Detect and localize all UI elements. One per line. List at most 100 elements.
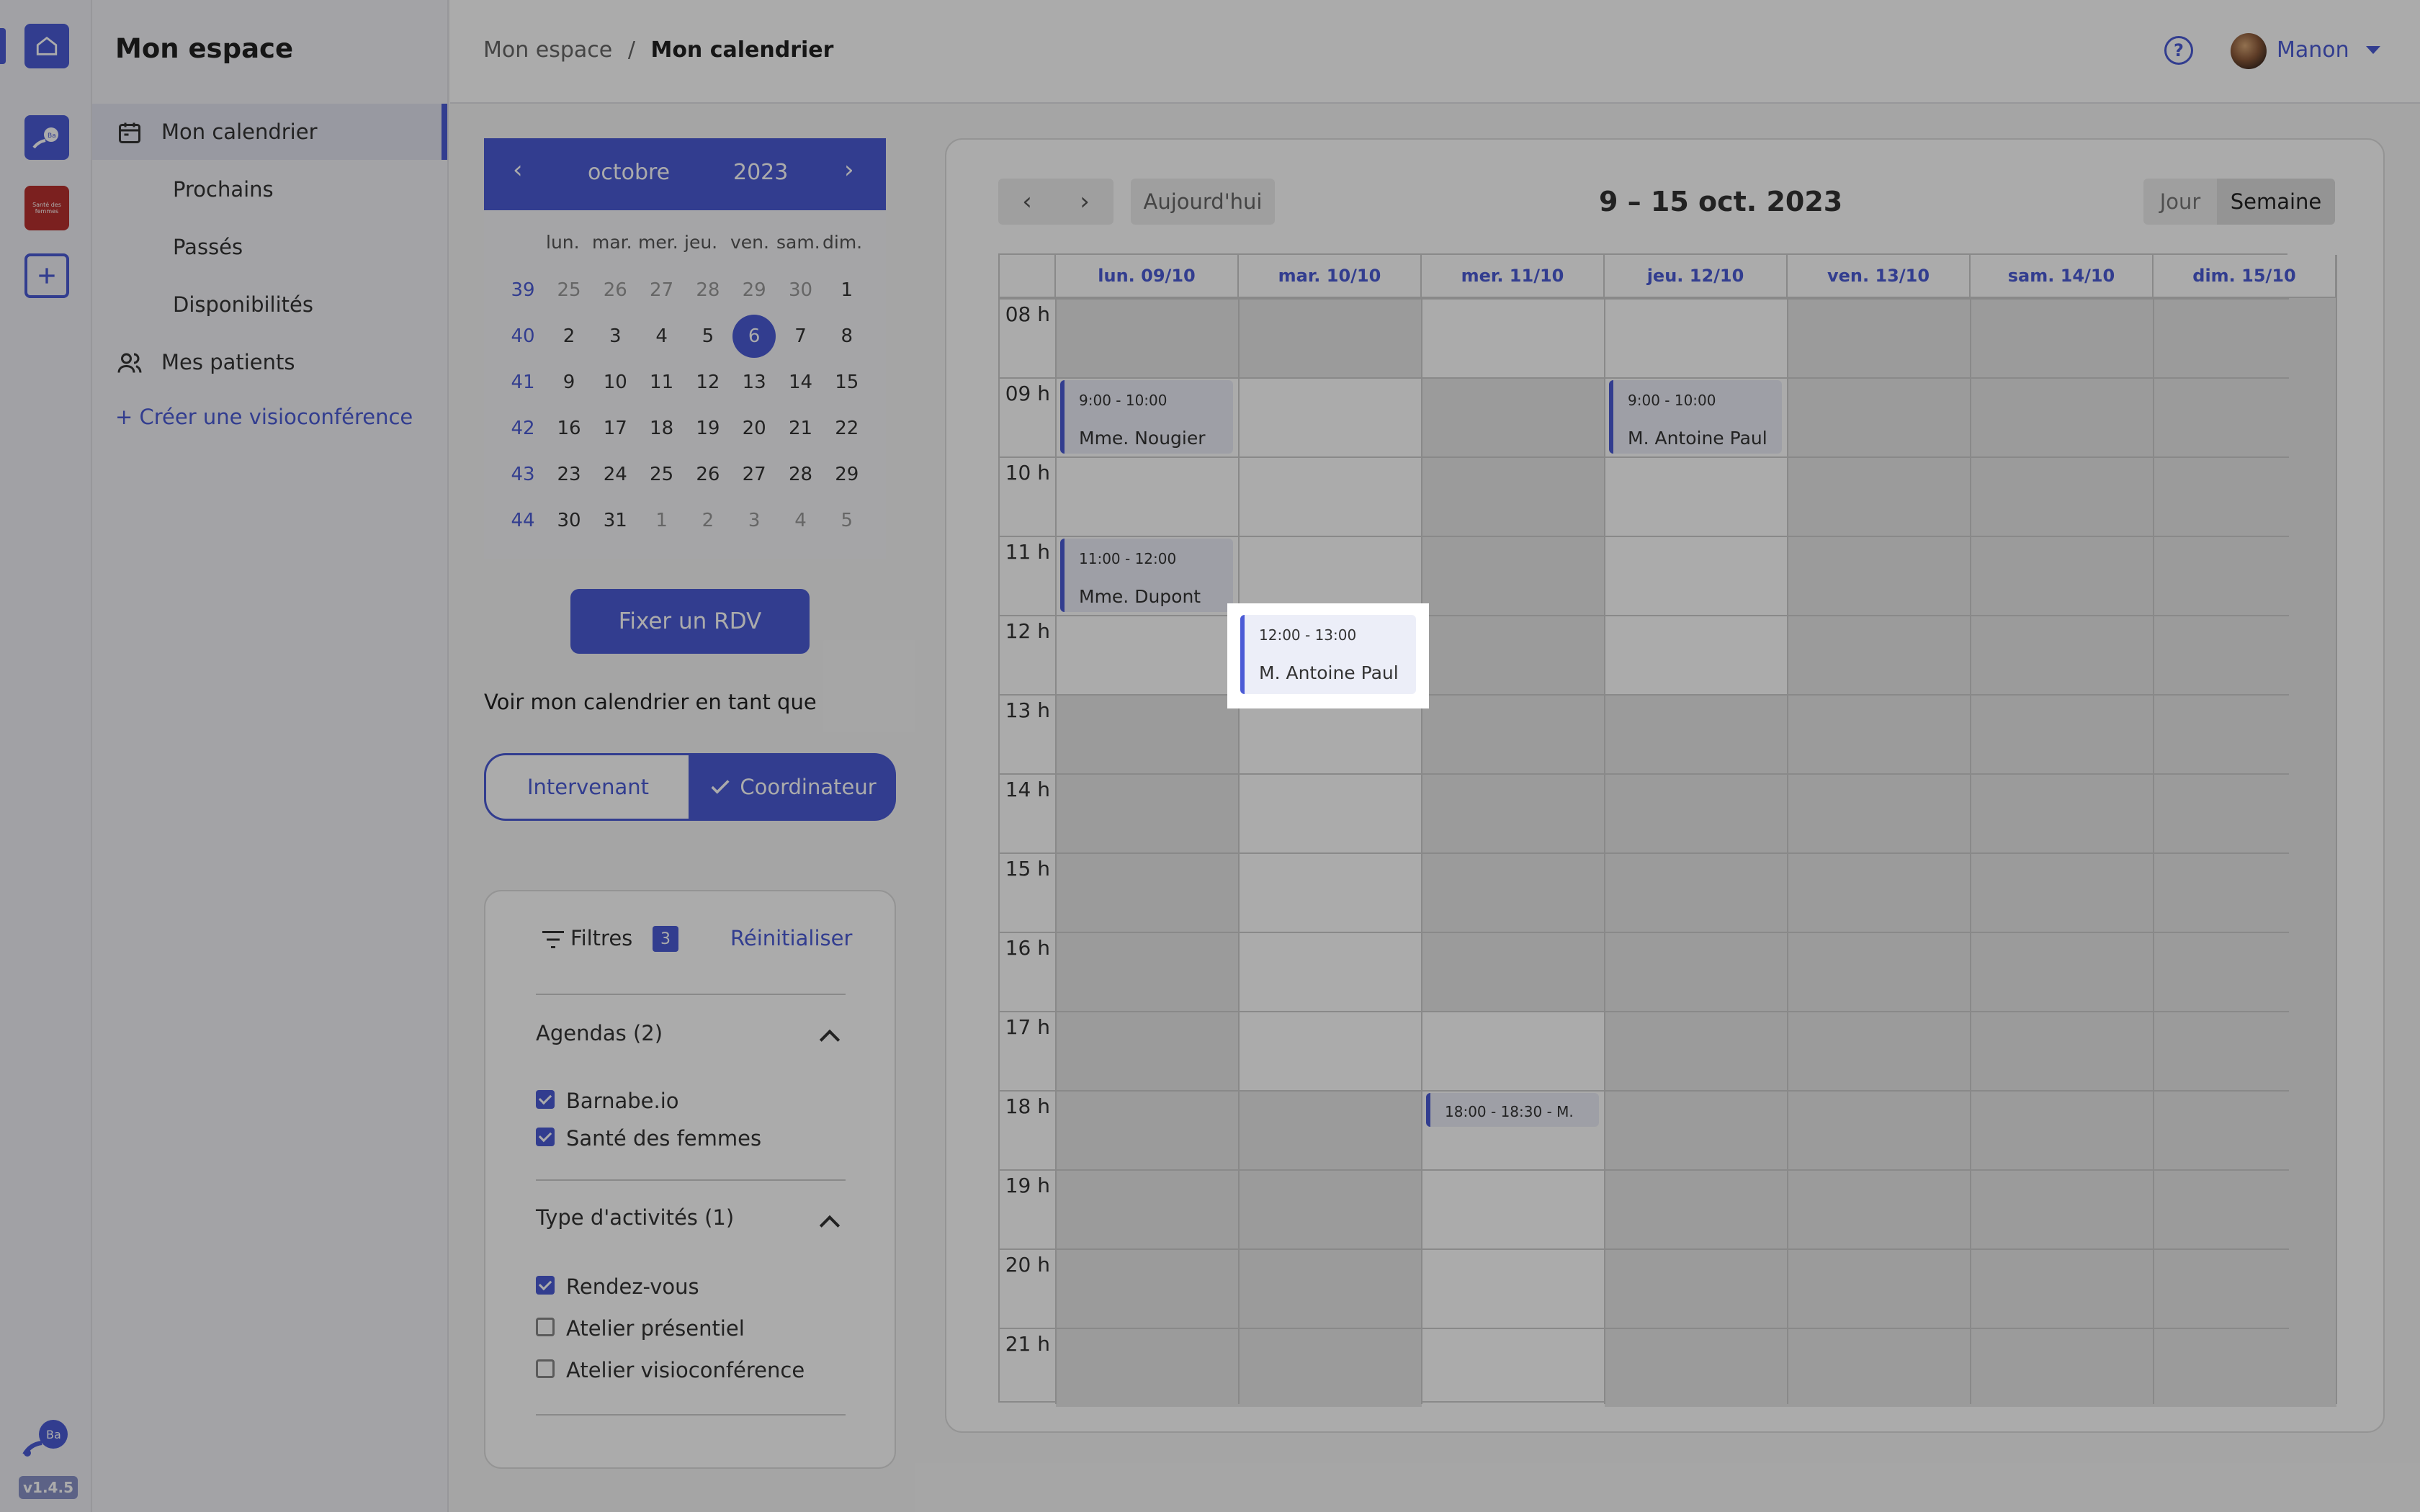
week-number: 43	[511, 464, 535, 485]
create-visio-link[interactable]: + Créer une visioconférence	[115, 405, 413, 429]
day-column-header[interactable]: sam. 14/10	[1971, 255, 2154, 298]
nav-item-patients[interactable]: Mes patients	[92, 334, 447, 390]
agendas-section-title[interactable]: Agendas (2)	[536, 1021, 663, 1045]
mini-calendar-day[interactable]: 29	[732, 269, 776, 312]
nav-sub-passes[interactable]: Passés	[173, 235, 243, 259]
calendar-event[interactable]: 18:00 - 18:30 - M.	[1426, 1093, 1599, 1127]
today-button[interactable]: Aujourd'hui	[1131, 179, 1275, 225]
role-coordinateur-toggle[interactable]: Coordinateur	[689, 753, 896, 821]
mini-calendar-day[interactable]: 25	[640, 453, 684, 496]
mini-calendar-day[interactable]: 4	[779, 499, 823, 542]
mini-calendar-day[interactable]: 23	[547, 453, 591, 496]
role-intervenant-toggle[interactable]: Intervenant	[484, 753, 690, 821]
mini-calendar-day[interactable]: 27	[732, 453, 776, 496]
calendar-event-highlight[interactable]: 12:00 - 13:00 M. Antoine Paul	[1240, 615, 1416, 694]
mini-calendar-day[interactable]: 31	[593, 499, 637, 542]
day-column-header[interactable]: jeu. 12/10	[1605, 255, 1788, 298]
add-app-icon[interactable]	[24, 253, 69, 298]
prev-week-button[interactable]: ‹	[998, 179, 1056, 225]
mini-next-button[interactable]: ›	[844, 156, 854, 184]
divider	[536, 994, 846, 995]
calendar-event[interactable]: 11:00 - 12:00 Mme. Dupont	[1060, 539, 1233, 612]
mini-calendar-day[interactable]: 7	[779, 315, 823, 358]
type-checkbox-rdv[interactable]	[536, 1276, 555, 1295]
fixer-rdv-button[interactable]: Fixer un RDV	[570, 589, 810, 654]
mini-calendar-day[interactable]: 8	[825, 315, 869, 358]
hour-line	[1000, 1328, 2289, 1329]
chevron-down-icon[interactable]	[2366, 46, 2380, 54]
day-column-header[interactable]: dim. 15/10	[2154, 255, 2336, 298]
breadcrumb-root[interactable]: Mon espace	[483, 37, 612, 63]
chevron-up-icon[interactable]	[819, 1029, 841, 1050]
mini-calendar-day[interactable]: 3	[593, 315, 637, 358]
mini-calendar-day[interactable]: 1	[825, 269, 869, 312]
type-checkbox-presentiel[interactable]	[536, 1318, 555, 1336]
mini-calendar-day[interactable]: 13	[732, 361, 776, 404]
mini-calendar-day[interactable]: 2	[547, 315, 591, 358]
help-icon[interactable]: ?	[2164, 36, 2193, 65]
agenda-checkbox-sante[interactable]	[536, 1128, 555, 1146]
mini-calendar-day[interactable]: 25	[547, 269, 591, 312]
day-column-header[interactable]: mar. 10/10	[1239, 255, 1422, 298]
day-column-header[interactable]: mer. 11/10	[1422, 255, 1605, 298]
mini-calendar-day[interactable]: 3	[732, 499, 776, 542]
mini-calendar-day[interactable]: 26	[686, 453, 730, 496]
nav-sub-disponibilites[interactable]: Disponibilités	[173, 292, 313, 317]
type-checkbox-visio[interactable]	[536, 1359, 555, 1378]
user-name[interactable]: Manon	[2277, 37, 2349, 63]
agenda-checkbox-barnabe[interactable]	[536, 1090, 555, 1109]
mini-calendar-day[interactable]: 9	[547, 361, 591, 404]
chevron-up-icon[interactable]	[819, 1215, 841, 1236]
mini-calendar-day[interactable]: 26	[593, 269, 637, 312]
barnabe-app-icon[interactable]: Ba	[24, 115, 69, 160]
mini-calendar-day[interactable]: 20	[732, 407, 776, 450]
mini-calendar-day[interactable]: 27	[640, 269, 684, 312]
day-column-header[interactable]: ven. 13/10	[1788, 255, 1971, 298]
mini-calendar-day[interactable]: 11	[640, 361, 684, 404]
mini-prev-button[interactable]: ‹	[513, 156, 523, 184]
mini-calendar-header: ‹ octobre 2023 ›	[484, 138, 886, 210]
nav-sub-prochains[interactable]: Prochains	[173, 177, 274, 202]
hour-label: 20 h	[1005, 1253, 1050, 1277]
mini-calendar-day[interactable]: 18	[640, 407, 684, 450]
mini-calendar-day[interactable]: 1	[640, 499, 684, 542]
weekday-label: mar.	[592, 232, 632, 253]
mini-calendar-day[interactable]: 28	[686, 269, 730, 312]
mini-calendar-day[interactable]: 4	[640, 315, 684, 358]
mini-calendar-day[interactable]: 29	[825, 453, 869, 496]
mini-month[interactable]: octobre	[588, 160, 670, 185]
mini-calendar-day[interactable]: 14	[779, 361, 823, 404]
mini-calendar-day[interactable]: 30	[779, 269, 823, 312]
day-column-header[interactable]: lun. 09/10	[1056, 255, 1239, 298]
view-week-button[interactable]: Semaine	[2217, 179, 2335, 225]
home-icon[interactable]	[0, 24, 69, 68]
next-week-button[interactable]: ›	[1056, 179, 1113, 225]
avatar[interactable]	[2231, 33, 2267, 69]
mini-calendar-day[interactable]: 5	[825, 499, 869, 542]
mini-calendar-day[interactable]: 10	[593, 361, 637, 404]
mini-calendar-day[interactable]: 12	[686, 361, 730, 404]
calendar-event[interactable]: 9:00 - 10:00 M. Antoine Paul	[1609, 380, 1782, 454]
week-number: 41	[511, 372, 535, 393]
mini-calendar-day[interactable]: 6	[732, 315, 776, 358]
mini-year[interactable]: 2023	[733, 160, 788, 185]
reset-filters-link[interactable]: Réinitialiser	[730, 926, 852, 950]
nav-item-calendar[interactable]: Mon calendrier	[92, 104, 447, 160]
mini-calendar-day[interactable]: 16	[547, 407, 591, 450]
hour-line	[1000, 456, 2289, 458]
mini-calendar-day[interactable]: 21	[779, 407, 823, 450]
mini-calendar-day[interactable]: 15	[825, 361, 869, 404]
sante-femmes-app-icon[interactable]: Santé des femmes	[24, 186, 69, 230]
day-column-line	[2336, 255, 2337, 1404]
mini-calendar-day[interactable]: 22	[825, 407, 869, 450]
mini-calendar-day[interactable]: 19	[686, 407, 730, 450]
mini-calendar-day[interactable]: 5	[686, 315, 730, 358]
mini-calendar-day[interactable]: 30	[547, 499, 591, 542]
view-day-button[interactable]: Jour	[2143, 179, 2217, 225]
mini-calendar-day[interactable]: 2	[686, 499, 730, 542]
types-section-title[interactable]: Type d'activités (1)	[536, 1205, 734, 1230]
mini-calendar-day[interactable]: 28	[779, 453, 823, 496]
calendar-event[interactable]: 9:00 - 10:00 Mme. Nougier	[1060, 380, 1233, 454]
mini-calendar-day[interactable]: 24	[593, 453, 637, 496]
mini-calendar-day[interactable]: 17	[593, 407, 637, 450]
